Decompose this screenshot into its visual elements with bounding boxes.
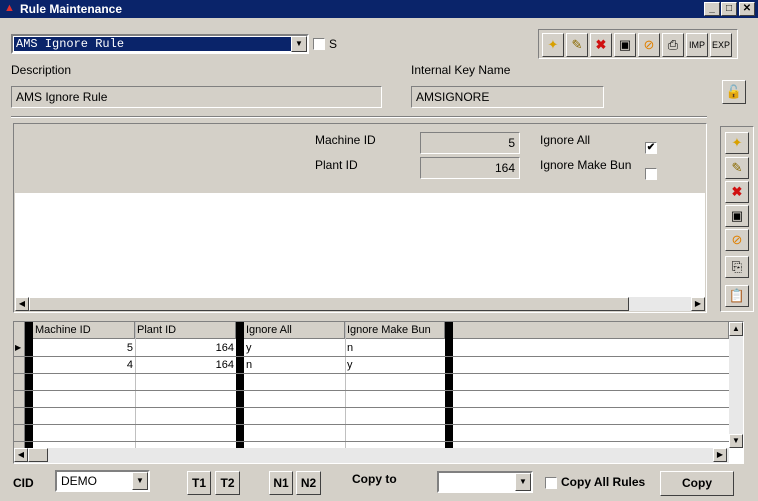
window-title: Rule Maintenance (20, 2, 123, 16)
print-icon[interactable]: ⎙ (662, 33, 684, 57)
grid-separator (445, 322, 453, 448)
column-header-plant-id[interactable]: Plant ID (135, 322, 236, 339)
table-cell-machine-id[interactable]: 4 (33, 357, 133, 373)
cancel-detail-icon[interactable]: ⊘ (725, 229, 749, 251)
n2-button[interactable]: N2 (296, 471, 321, 495)
divider (11, 116, 707, 118)
import-button[interactable]: IMP (686, 33, 708, 57)
detail-panel: ◀ ▶ (13, 123, 707, 313)
app-icon: ▲ (4, 2, 15, 14)
scroll-thumb[interactable] (29, 297, 629, 311)
vertical-scrollbar[interactable]: ▲ ▼ (729, 322, 743, 448)
machine-id-field[interactable]: 5 (420, 132, 520, 154)
copy-to-label: Copy to (352, 472, 397, 486)
grid-scroll-thumb[interactable] (28, 448, 48, 462)
column-header-ignore-all[interactable]: Ignore All (244, 322, 345, 339)
rule-select-value: AMS Ignore Rule (14, 37, 291, 51)
cancel-icon[interactable]: ⊘ (638, 33, 660, 57)
description-field[interactable]: AMS Ignore Rule (11, 86, 382, 108)
chevron-down-icon[interactable]: ▼ (132, 472, 148, 490)
table-cell-plant-id[interactable]: 164 (135, 357, 234, 373)
ignore-all-checkbox[interactable]: ✔ (645, 142, 657, 154)
table-cell-ignore-make-bun[interactable]: n (347, 340, 353, 356)
grid-horizontal-scrollbar[interactable]: ◀ ▶ (14, 448, 729, 463)
table-cell-plant-id[interactable]: 164 (135, 340, 234, 356)
s-checkbox[interactable] (313, 38, 325, 50)
cid-label: CID (13, 476, 34, 490)
detail-panel-area (15, 193, 705, 297)
table-cell-ignore-make-bun[interactable]: y (347, 357, 353, 373)
internal-key-label: Internal Key Name (411, 63, 511, 77)
machine-id-label: Machine ID (315, 133, 376, 147)
scroll-left-icon[interactable]: ◀ (15, 297, 29, 311)
table-cell-ignore-all[interactable]: y (246, 340, 252, 356)
t2-button[interactable]: T2 (215, 471, 240, 495)
edit-icon[interactable]: ✎ (566, 33, 588, 57)
column-header-machine-id[interactable]: Machine ID (33, 322, 135, 339)
internal-key-field[interactable]: AMSIGNORE (411, 86, 604, 108)
horizontal-scrollbar[interactable]: ◀ ▶ (15, 297, 705, 311)
scroll-right-icon[interactable]: ▶ (691, 297, 705, 311)
description-label: Description (11, 63, 72, 77)
paste-detail-icon[interactable]: 📋 (725, 285, 749, 307)
rule-select[interactable]: AMS Ignore Rule ▼ (11, 34, 309, 54)
save-detail-icon[interactable]: ▣ (725, 205, 749, 227)
delete-detail-icon[interactable]: ✖ (725, 181, 749, 203)
grid-separator (236, 322, 244, 448)
table-cell-ignore-all[interactable]: n (246, 357, 252, 373)
grid-scroll-right-icon[interactable]: ▶ (713, 448, 727, 462)
ignore-all-label: Ignore All (540, 133, 591, 147)
cid-select-value: DEMO (61, 474, 97, 488)
new-icon[interactable]: ✦ (542, 33, 564, 57)
save-icon[interactable]: ▣ (614, 33, 636, 57)
cid-select[interactable]: DEMO ▼ (55, 470, 150, 492)
delete-icon[interactable]: ✖ (590, 33, 612, 57)
column-header-blank (453, 322, 729, 339)
chevron-down-icon[interactable]: ▼ (291, 36, 307, 52)
minimize-button[interactable]: _ (704, 2, 720, 16)
edit-detail-icon[interactable]: ✎ (725, 157, 749, 179)
scroll-down-icon[interactable]: ▼ (729, 434, 743, 448)
copy-button[interactable]: Copy (660, 471, 734, 496)
copy-to-select[interactable]: ▼ (437, 471, 533, 493)
unlock-icon[interactable]: 🔓 (722, 80, 746, 104)
ignore-make-bun-checkbox[interactable] (645, 168, 657, 180)
s-checkbox-label: S (329, 37, 338, 51)
plant-id-label: Plant ID (315, 158, 358, 172)
export-button[interactable]: EXP (710, 33, 732, 57)
grid-scroll-left-icon[interactable]: ◀ (14, 448, 28, 462)
title-bar: ▲ Rule Maintenance _ □ ✕ (0, 0, 758, 18)
close-button[interactable]: ✕ (739, 2, 755, 16)
new-detail-icon[interactable]: ✦ (725, 132, 749, 154)
n1-button[interactable]: N1 (269, 471, 293, 495)
rules-grid[interactable]: Machine ID Plant ID Ignore All Ignore Ma… (13, 321, 744, 464)
copy-all-rules-label: Copy All Rules (561, 475, 646, 489)
chevron-down-icon[interactable]: ▼ (515, 473, 531, 491)
main-toolbar: ✦ ✎ ✖ ▣ ⊘ ⎙ IMP EXP (538, 29, 738, 59)
column-header-ignore-make-bun[interactable]: Ignore Make Bun (345, 322, 445, 339)
table-cell-machine-id[interactable]: 5 (33, 340, 133, 356)
scroll-up-icon[interactable]: ▲ (729, 322, 743, 336)
maximize-button[interactable]: □ (721, 2, 737, 16)
current-row-indicator-icon: ▶ (15, 343, 22, 352)
ignore-make-bun-label: Ignore Make Bun (540, 158, 632, 172)
copy-detail-icon[interactable]: ⎘ (725, 256, 749, 278)
grid-separator (25, 322, 33, 448)
plant-id-field[interactable]: 164 (420, 157, 520, 179)
t1-button[interactable]: T1 (187, 471, 211, 495)
copy-all-rules-checkbox[interactable] (545, 477, 557, 489)
